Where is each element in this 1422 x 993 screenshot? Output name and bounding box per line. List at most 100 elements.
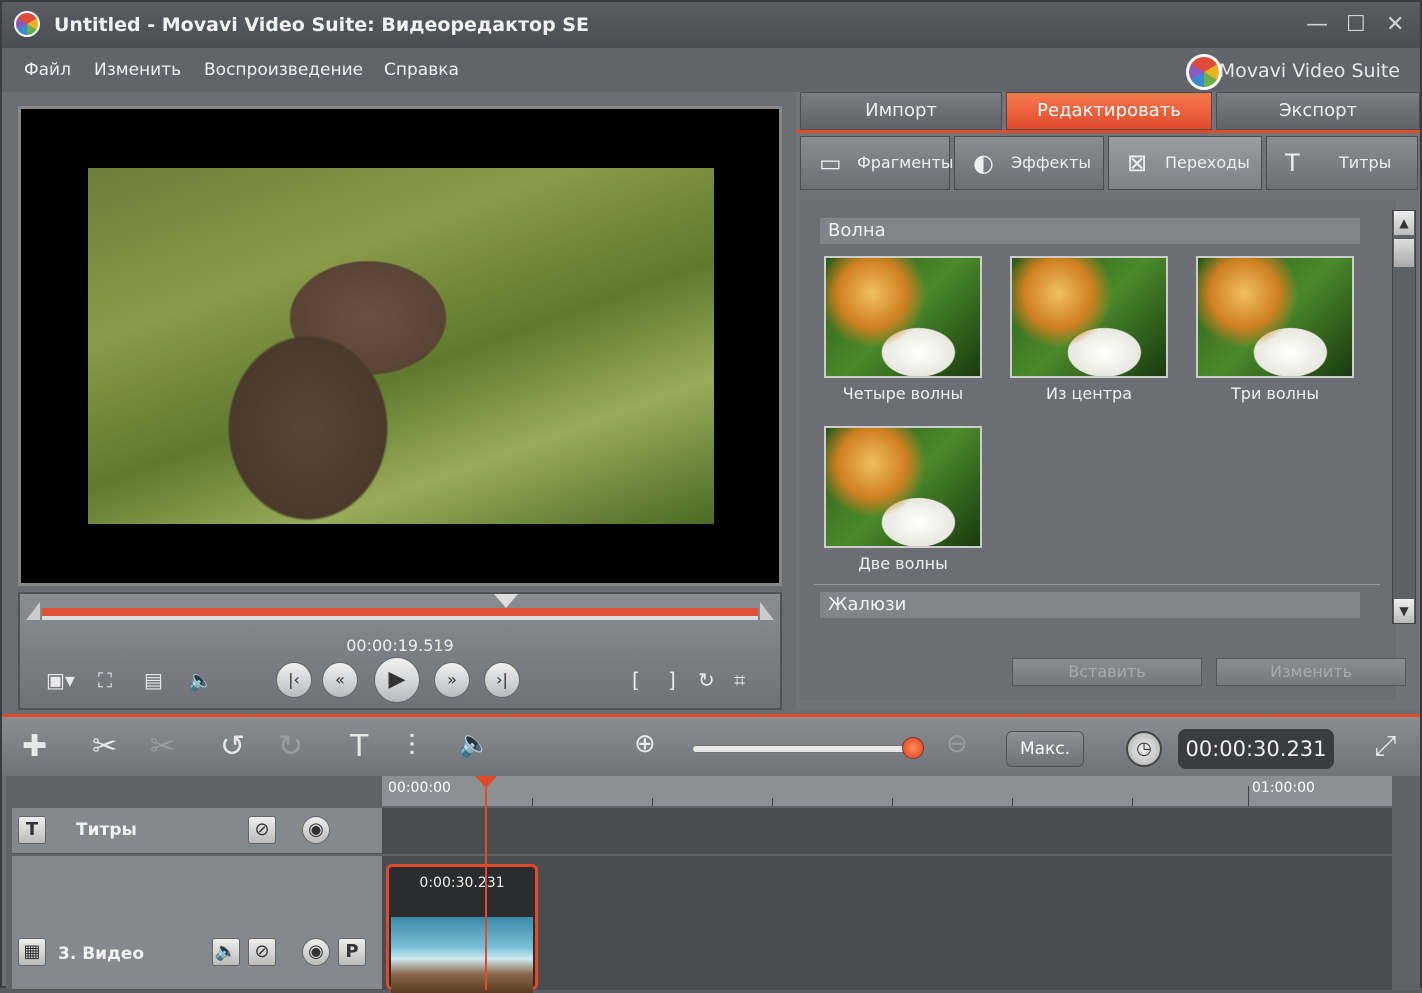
clip-thumbnail [391, 917, 533, 993]
menu-playback[interactable]: Воспроизведение [204, 60, 363, 80]
next-frame-button[interactable]: ›| [484, 662, 520, 698]
scroll-up-icon[interactable]: ▲ [1394, 211, 1414, 235]
menu-help[interactable]: Справка [384, 60, 459, 80]
app-window: Untitled - Movavi Video Suite: Видеореда… [0, 0, 1422, 993]
subtab-titles[interactable]: T Титры [1266, 136, 1418, 190]
tab-edit[interactable]: Редактировать [1006, 92, 1212, 130]
fragments-icon: ▭ [819, 149, 842, 177]
brand-logo-icon [1186, 54, 1222, 90]
zoom-slider[interactable] [692, 745, 912, 753]
rewind-button[interactable]: « [322, 662, 358, 698]
prev-frame-button[interactable]: |‹ [276, 662, 312, 698]
subtab-transitions[interactable]: ⊠ Переходы [1108, 136, 1262, 190]
rotate-icon[interactable]: ↻ [698, 668, 715, 692]
mute-track-icon[interactable]: 🔈 [212, 938, 240, 966]
window-title: Untitled - Movavi Video Suite: Видеореда… [54, 14, 589, 36]
record-audio-icon[interactable]: 🔈 [458, 729, 490, 759]
zoom-out-icon[interactable]: ⊖ [946, 729, 968, 759]
3d-view-icon[interactable]: ▣▾ [46, 668, 75, 692]
scroll-thumb[interactable] [1394, 239, 1414, 267]
transition-thumb-two-waves[interactable] [824, 426, 982, 548]
video-clip[interactable]: 0:00:30.231 [386, 864, 538, 993]
titles-icon: T [1285, 149, 1300, 177]
zoom-max-button[interactable]: Макс. [1006, 731, 1084, 767]
ruler-tick [1012, 798, 1013, 806]
minimize-button[interactable]: — [1306, 12, 1328, 37]
add-icon[interactable]: ✚ [22, 729, 47, 764]
menu-edit[interactable]: Изменить [94, 60, 181, 80]
trim-icon[interactable]: ✂ [150, 729, 175, 764]
ruler-end-label: 01:00:00 [1252, 780, 1315, 796]
zoom-slider-knob[interactable] [902, 737, 924, 759]
player-timecode: 00:00:19.519 [346, 636, 454, 655]
mark-out-icon[interactable]: ] [668, 668, 676, 692]
timeline: 00:00:00 01:00:00 T Титры ⊘ ◉ ▦ 3. Видео… [6, 776, 1420, 993]
maximize-button[interactable]: ☐ [1346, 12, 1366, 37]
title-bar: Untitled - Movavi Video Suite: Видеореда… [2, 2, 1420, 48]
group-header-wave[interactable]: Волна [820, 218, 1360, 244]
tab-import[interactable]: Импорт [800, 92, 1002, 130]
expand-icon[interactable]: ⤢ [1374, 729, 1396, 763]
scrub-bar[interactable] [42, 608, 758, 620]
snapshot-icon[interactable]: ▤ [144, 668, 163, 692]
group-header-blinds[interactable]: Жалюзи [820, 592, 1360, 618]
track-area-titles[interactable] [382, 808, 1392, 854]
subtab-label: Фрагменты [857, 153, 954, 172]
add-title-icon[interactable]: T [350, 729, 368, 764]
visibility-eye-icon[interactable]: ◉ [302, 816, 330, 844]
effects-icon: ◐ [973, 149, 994, 177]
transition-label: Три волны [1231, 384, 1319, 403]
titles-track-icon: T [18, 816, 46, 844]
menu-bar: Файл Изменить Воспроизведение Справка Mo… [2, 48, 1420, 92]
clock-icon: ◷ [1126, 731, 1162, 767]
ruler-tick [532, 798, 533, 806]
subtab-fragments[interactable]: ▭ Фрагменты [800, 136, 954, 190]
transition-thumb-from-center[interactable] [1010, 256, 1168, 378]
transitions-scrollbar[interactable]: ▲ ▼ [1392, 210, 1416, 624]
zoom-in-icon[interactable]: ⊕ [634, 729, 656, 759]
lock-track-icon[interactable]: ⊘ [248, 816, 276, 844]
redo-icon[interactable]: ↻ [278, 729, 303, 764]
ruler-start-label: 00:00:00 [388, 780, 451, 796]
transition-label: Из центра [1045, 384, 1133, 403]
scrub-progress [42, 608, 758, 616]
lock-track-icon[interactable]: ⊘ [248, 938, 276, 966]
ruler-tick [892, 798, 893, 806]
volume-icon[interactable]: 🔈 [188, 668, 213, 692]
undo-icon[interactable]: ↺ [220, 729, 245, 764]
in-marker-icon[interactable] [26, 602, 40, 620]
track-name: 3. Видео [58, 944, 145, 964]
ruler-tick [1248, 786, 1249, 806]
insert-button[interactable]: Вставить [1012, 658, 1202, 686]
video-track-icon: ▦ [18, 938, 46, 966]
playhead-marker-icon[interactable] [494, 594, 518, 608]
subtab-effects[interactable]: ◐ Эффекты [954, 136, 1104, 190]
play-button[interactable]: ▶ [374, 657, 420, 703]
timeline-playhead[interactable] [485, 776, 487, 990]
modify-button[interactable]: Изменить [1216, 658, 1406, 686]
transition-thumb-three-waves[interactable] [1196, 256, 1354, 378]
close-button[interactable]: ✕ [1386, 12, 1404, 37]
time-ruler[interactable]: 00:00:00 01:00:00 [382, 776, 1392, 806]
transition-thumb-four-waves[interactable] [824, 256, 982, 378]
playhead-handle-icon[interactable] [475, 776, 497, 788]
movavi-logo-icon [14, 11, 40, 37]
crop-icon[interactable]: ⌗ [734, 668, 745, 692]
out-marker-icon[interactable] [760, 602, 774, 620]
timeline-toolbar: ✚ ✂ ✂ ↺ ↻ T ⫶ 🔈 ⊕ ⊖ Макс. ◷ 00:00:30.231… [2, 714, 1420, 776]
scroll-down-icon[interactable]: ▼ [1394, 599, 1414, 623]
clip-duration: 0:00:30.231 [419, 875, 505, 891]
audio-mixer-icon[interactable]: ⫶ [408, 729, 416, 764]
fullscreen-icon[interactable]: ⛶ [98, 668, 112, 692]
player-controls: 00:00:19.519 ▣▾ ⛶ ▤ 🔈 |‹ « ▶ » ›| [ ] ↻ … [18, 592, 782, 710]
transitions-list: Волна Четыре волны Из центра Три волны Д… [800, 200, 1396, 700]
visibility-eye-icon[interactable]: ◉ [302, 938, 330, 966]
pip-track-icon[interactable]: P [338, 938, 366, 966]
transition-label: Две волны [858, 554, 948, 573]
mark-in-icon[interactable]: [ [632, 668, 640, 692]
tab-export[interactable]: Экспорт [1216, 92, 1420, 130]
split-icon[interactable]: ✂ [92, 729, 117, 764]
track-header-titles: T Титры ⊘ ◉ [12, 808, 382, 854]
menu-file[interactable]: Файл [24, 60, 71, 80]
forward-button[interactable]: » [434, 662, 470, 698]
